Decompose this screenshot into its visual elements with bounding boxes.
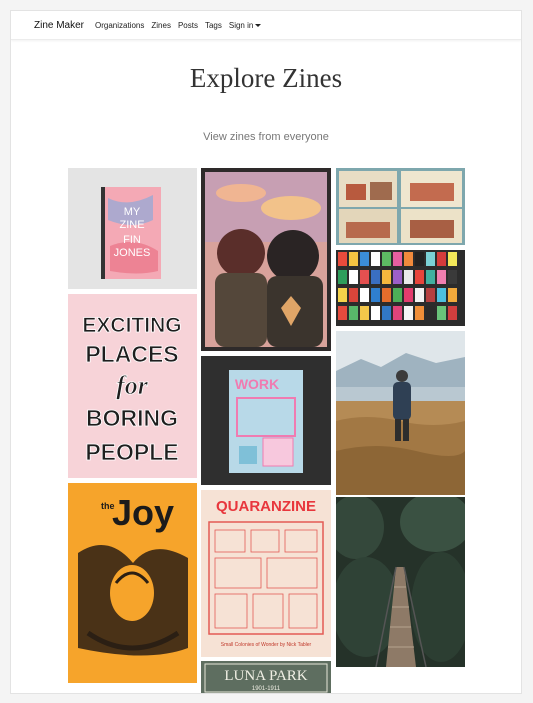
zine-card-the-joy[interactable]: the Joy	[68, 483, 197, 683]
my-zine-text-3: FIN	[123, 234, 141, 246]
quaranzine-cover-image: QUARANZINE Small Colonies of Wonder by N…	[201, 490, 331, 657]
friends-sunset-cover-image	[201, 168, 331, 351]
forest-bridge-cover-image	[336, 497, 465, 667]
my-zine-text-1: MY	[124, 206, 141, 218]
zine-card-my-zine[interactable]: MY ZINE FIN JONES	[68, 168, 197, 289]
joy-title-text: Joy	[112, 492, 174, 533]
top-navbar: Zine Maker Organizations Zines Posts Tag…	[11, 11, 521, 40]
zine-card-friends-sunset[interactable]	[201, 168, 331, 351]
sign-in-label: Sign in	[228, 20, 254, 30]
exciting-line-4: BORING	[86, 405, 178, 431]
exciting-places-cover-image: EXCITING PLACES for BORING PEOPLE	[68, 294, 197, 478]
postcards-cover-image	[336, 168, 465, 245]
nav-link-posts[interactable]: Posts	[178, 21, 198, 30]
zine-card-quaranzine[interactable]: QUARANZINE Small Colonies of Wonder by N…	[201, 490, 331, 657]
sign-in-dropdown[interactable]: Sign in	[228, 20, 262, 30]
zine-card-luna-park[interactable]: LUNA PARK 1901-1911	[201, 661, 331, 693]
my-zine-cover-image: MY ZINE FIN JONES	[68, 168, 197, 289]
nav-link-tags[interactable]: Tags	[205, 21, 222, 30]
my-zine-text-2: ZINE	[119, 219, 144, 231]
exciting-line-3: for	[116, 371, 149, 400]
the-joy-cover-image: the Joy	[68, 483, 197, 683]
exciting-line-1: EXCITING	[82, 314, 181, 337]
zine-card-forest-bridge[interactable]	[336, 497, 465, 667]
caret-down-icon	[255, 23, 262, 27]
page-subtitle: View zines from everyone	[203, 131, 329, 143]
brand-link[interactable]: Zine Maker	[34, 20, 84, 31]
zine-card-exciting-places[interactable]: EXCITING PLACES for BORING PEOPLE	[68, 294, 197, 478]
page: Zine Maker Organizations Zines Posts Tag…	[10, 10, 522, 694]
nav-link-zines[interactable]: Zines	[151, 21, 171, 30]
luna-years-text: 1901-1911	[252, 686, 281, 692]
exciting-line-2: PLACES	[85, 341, 178, 367]
zine-card-field-walker[interactable]	[336, 331, 465, 495]
zine-card-collection[interactable]	[336, 250, 465, 326]
field-walker-cover-image	[336, 331, 465, 495]
luna-title-text: LUNA PARK	[224, 668, 307, 684]
quaranzine-footer-text: Small Colonies of Wonder by Nick Tabler	[221, 642, 312, 648]
work-title-text: WORK	[235, 376, 279, 392]
work-cover-image: WORK	[201, 356, 331, 485]
collection-cover-image	[336, 250, 465, 326]
zine-card-postcards[interactable]	[336, 168, 465, 245]
my-zine-text-4: JONES	[114, 247, 151, 259]
page-title: Explore Zines	[189, 63, 343, 93]
zine-card-work[interactable]: WORK	[201, 356, 331, 485]
quaranzine-title-text: QUARANZINE	[216, 498, 316, 515]
exciting-line-5: PEOPLE	[85, 439, 178, 465]
luna-park-cover-image: LUNA PARK 1901-1911	[201, 661, 331, 693]
nav-link-organizations[interactable]: Organizations	[95, 21, 144, 30]
